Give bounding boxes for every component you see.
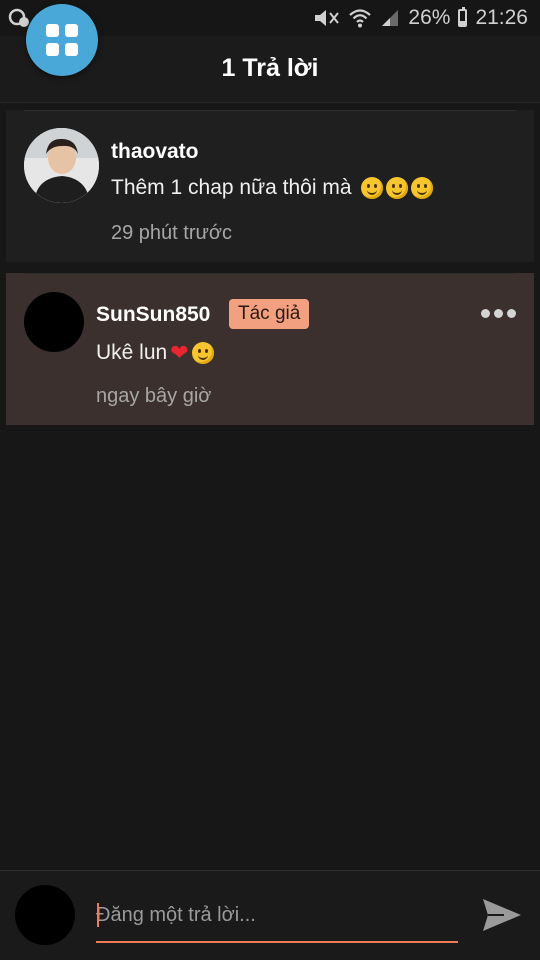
battery-icon <box>458 7 468 27</box>
mute-icon <box>315 10 340 26</box>
menu-fab-button[interactable] <box>26 4 98 76</box>
current-user-avatar <box>15 885 75 945</box>
comment-timestamp: 29 phút trước <box>111 222 233 244</box>
divider <box>24 110 516 111</box>
smile-emoji-icon <box>410 177 433 199</box>
reply-comment: SunSun850 Tác giả Ukê lun ❤ ngay bây giờ <box>6 273 534 425</box>
comment-timestamp: ngay bây giờ <box>96 385 212 407</box>
wifi-icon <box>349 9 372 28</box>
text-cursor <box>97 903 99 927</box>
clock: 21:26 <box>475 6 528 29</box>
status-icons: 26% 21:26 <box>312 0 528 36</box>
avatar[interactable] <box>24 128 99 203</box>
avatar[interactable] <box>24 292 84 352</box>
send-button[interactable] <box>480 893 524 937</box>
notification-icon <box>8 8 29 27</box>
smile-emoji-icon <box>191 342 214 364</box>
grid-icon <box>46 24 78 56</box>
author-badge: Tác giả <box>229 299 310 329</box>
comment-text: Ukê lun ❤ <box>96 341 214 365</box>
smile-emoji-icon <box>360 177 383 199</box>
divider <box>24 273 516 274</box>
comment-text: Thêm 1 chap nữa thôi mà <box>111 176 433 200</box>
signal-icon <box>382 10 399 26</box>
comment-username[interactable]: thaovato <box>111 140 199 164</box>
heart-emoji-icon: ❤ <box>170 340 189 365</box>
reply-bar <box>0 870 540 960</box>
parent-comment: thaovato Thêm 1 chap nữa thôi mà 29 phút… <box>6 110 534 262</box>
battery-percent: 26% <box>408 6 451 29</box>
comment-body: Thêm 1 chap nữa thôi mà <box>111 176 352 199</box>
reply-input[interactable] <box>96 895 458 943</box>
comment-username[interactable]: SunSun850 <box>96 303 210 327</box>
more-options-icon[interactable] <box>481 309 516 318</box>
smile-emoji-icon <box>385 177 408 199</box>
user-photo <box>24 128 99 203</box>
screen: 26% 21:26 1 Trả lời thaovato Thêm 1 chap… <box>0 0 540 960</box>
battery-fill <box>460 21 466 25</box>
comment-body: Ukê lun <box>96 341 168 364</box>
